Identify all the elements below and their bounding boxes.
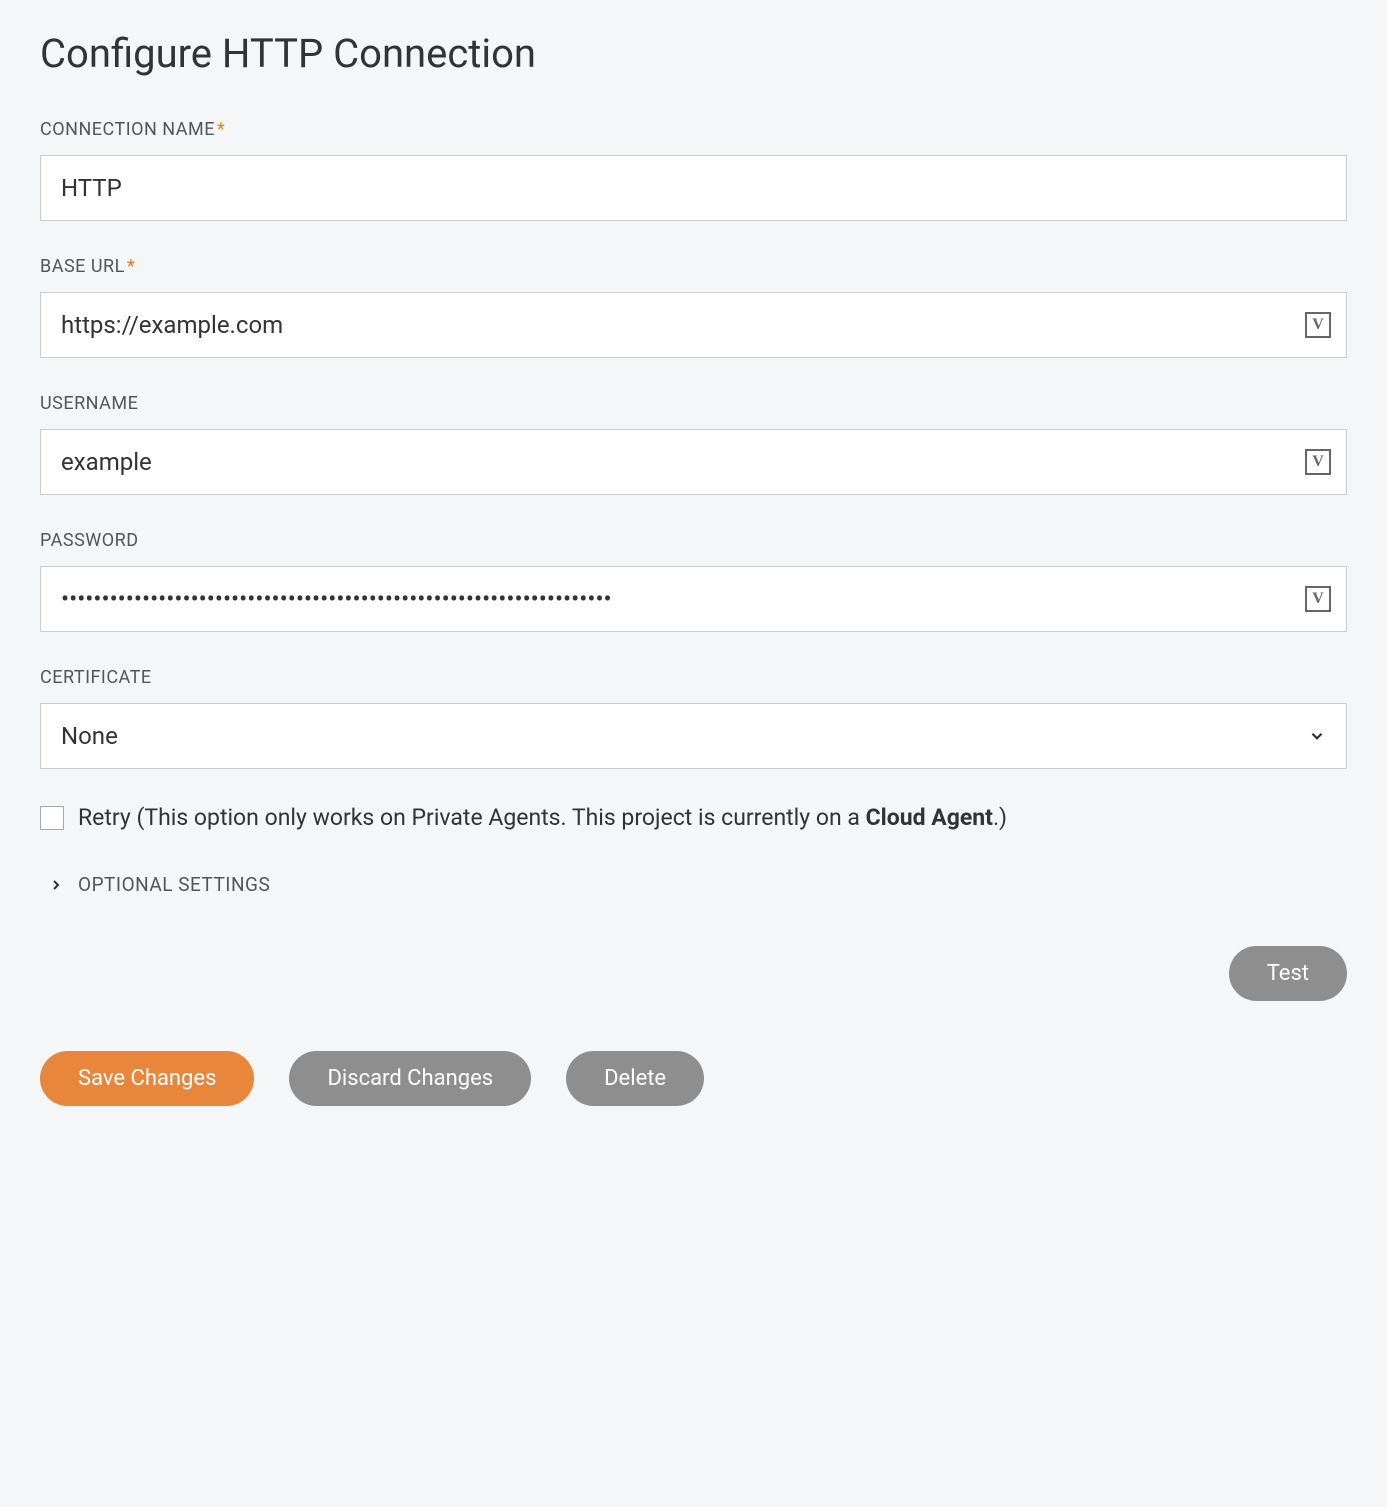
password-label: PASSWORD: [40, 530, 1347, 551]
username-group: USERNAME V: [40, 393, 1347, 495]
base-url-label: BASE URL*: [40, 256, 1347, 277]
variable-icon[interactable]: V: [1305, 449, 1331, 475]
delete-button[interactable]: Delete: [566, 1051, 704, 1106]
variable-icon[interactable]: V: [1305, 586, 1331, 612]
certificate-selected-value: None: [61, 722, 118, 750]
required-asterisk-icon: *: [127, 256, 135, 277]
retry-label: Retry (This option only works on Private…: [78, 804, 1007, 831]
username-label: USERNAME: [40, 393, 1347, 414]
password-group: PASSWORD V: [40, 530, 1347, 632]
chevron-right-icon: [48, 877, 64, 893]
username-input[interactable]: [40, 429, 1347, 495]
variable-icon[interactable]: V: [1305, 312, 1331, 338]
optional-settings-toggle[interactable]: OPTIONAL SETTINGS: [40, 873, 1347, 896]
connection-name-label: CONNECTION NAME*: [40, 119, 1347, 140]
certificate-group: CERTIFICATE None: [40, 667, 1347, 769]
retry-checkbox[interactable]: [40, 806, 64, 830]
test-row: Test: [40, 946, 1347, 1001]
password-input[interactable]: [40, 566, 1347, 632]
certificate-label: CERTIFICATE: [40, 667, 1347, 688]
chevron-down-icon: [1308, 727, 1326, 745]
discard-button[interactable]: Discard Changes: [289, 1051, 531, 1106]
page-title: Configure HTTP Connection: [40, 30, 1347, 77]
action-row: Save Changes Discard Changes Delete: [40, 1051, 1347, 1106]
save-button[interactable]: Save Changes: [40, 1051, 254, 1106]
connection-name-input[interactable]: [40, 155, 1347, 221]
connection-name-group: CONNECTION NAME*: [40, 119, 1347, 221]
retry-row: Retry (This option only works on Private…: [40, 804, 1347, 831]
test-button[interactable]: Test: [1229, 946, 1347, 1001]
base-url-input[interactable]: [40, 292, 1347, 358]
base-url-group: BASE URL* V: [40, 256, 1347, 358]
required-asterisk-icon: *: [217, 119, 225, 140]
optional-settings-label: OPTIONAL SETTINGS: [78, 873, 270, 896]
certificate-select[interactable]: None: [40, 703, 1347, 769]
